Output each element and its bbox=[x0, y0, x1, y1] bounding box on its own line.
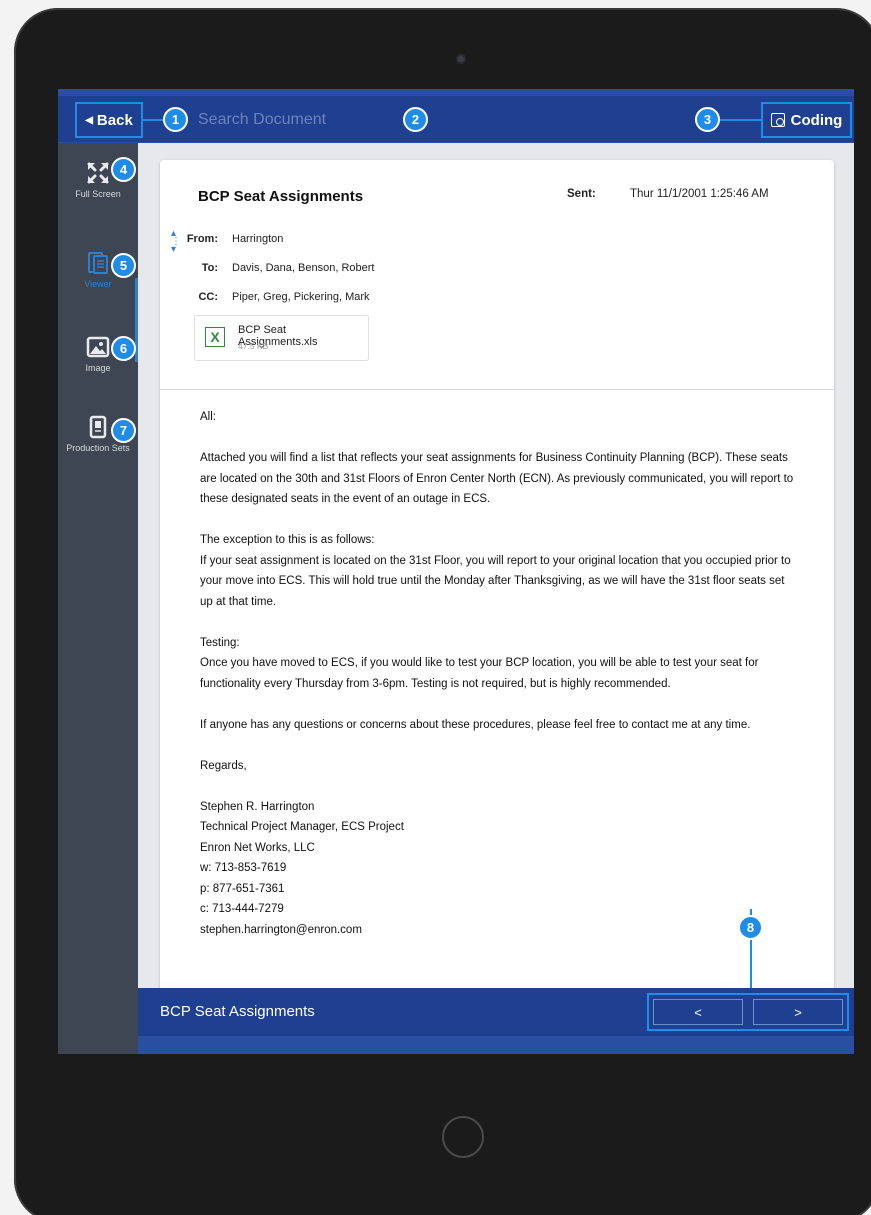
sidebar-item-label: Image bbox=[85, 363, 111, 373]
signature-line: p: 877-651-7361 bbox=[200, 882, 285, 895]
back-arrow-icon: ◀ bbox=[85, 114, 93, 126]
coding-label: Coding bbox=[790, 111, 843, 129]
to-value: Davis, Dana, Benson, Robert bbox=[232, 262, 375, 274]
callout-badge-2: 2 bbox=[403, 107, 428, 132]
app-screen: ◀ Back Coding bbox=[58, 89, 854, 1054]
back-label: Back bbox=[96, 111, 133, 129]
excel-file-icon: X bbox=[205, 327, 225, 347]
callout-badge-5: 5 bbox=[111, 253, 136, 278]
coding-button[interactable]: Coding bbox=[761, 102, 852, 138]
callout-line-1 bbox=[143, 119, 163, 121]
body-closing: Regards, bbox=[200, 759, 247, 772]
signature-line: Technical Project Manager, ECS Project bbox=[200, 821, 404, 833]
from-value: Harrington bbox=[232, 233, 284, 245]
callout-badge-6: 6 bbox=[111, 336, 136, 361]
sidebar-item-label: Viewer bbox=[84, 279, 112, 289]
from-label: From: bbox=[186, 233, 218, 245]
attachment-card[interactable]: X BCP Seat Assignments.xls 47.5 KB bbox=[194, 315, 369, 361]
sidebar: Full Screen Viewer Image Production Sets bbox=[58, 143, 138, 1054]
body-paragraph: Attached you will find a list that refle… bbox=[200, 452, 794, 505]
production-sets-icon bbox=[86, 415, 110, 439]
sent-label: Sent: bbox=[567, 188, 596, 200]
sidebar-item-label: Production Sets bbox=[66, 443, 130, 453]
screen-bottom-strip bbox=[138, 1036, 854, 1054]
attachment-size: 47.5 KB bbox=[238, 341, 269, 351]
body-paragraph: Once you have moved to ECS, if you would… bbox=[200, 657, 759, 690]
camera bbox=[456, 54, 466, 64]
signature-line: Enron Net Works, LLC bbox=[200, 841, 315, 854]
sidebar-item-label: Full Screen bbox=[75, 189, 121, 199]
sent-value: Thur 11/1/2001 1:25:46 AM bbox=[630, 188, 769, 200]
callout-badge-1: 1 bbox=[163, 107, 188, 132]
email-body: All: Attached you will find a list that … bbox=[200, 407, 800, 940]
body-greeting: All: bbox=[200, 411, 216, 423]
search-input[interactable] bbox=[198, 102, 668, 138]
bottom-bar: BCP Seat Assignments < > bbox=[138, 988, 854, 1036]
callout-badge-8: 8 bbox=[738, 915, 763, 940]
cc-label: CC: bbox=[198, 291, 218, 303]
body-heading: The exception to this is as follows: bbox=[200, 534, 375, 546]
body-paragraph: If your seat assignment is located on th… bbox=[200, 554, 791, 608]
coding-icon bbox=[770, 113, 785, 127]
callout-badge-4: 4 bbox=[111, 157, 136, 182]
cc-value: Piper, Greg, Pickering, Mark bbox=[232, 291, 370, 303]
signature-line: Stephen R. Harrington bbox=[200, 800, 315, 813]
signature-line: c: 713-444-7279 bbox=[200, 903, 284, 915]
viewer-icon bbox=[86, 251, 110, 275]
expand-header-icon[interactable]: ▴ ⋮ ▾ bbox=[171, 229, 181, 255]
callout-badge-7: 7 bbox=[111, 418, 136, 443]
fullscreen-icon bbox=[86, 161, 110, 185]
callout-line-3 bbox=[720, 119, 761, 121]
signature-line: stephen.harrington@enron.com bbox=[200, 923, 362, 936]
body-heading: Testing: bbox=[200, 636, 240, 649]
image-icon bbox=[86, 335, 110, 359]
back-button[interactable]: ◀ Back bbox=[75, 102, 143, 138]
bottom-document-title: BCP Seat Assignments bbox=[160, 1003, 315, 1020]
signature-line: w: 713-853-7619 bbox=[200, 862, 287, 874]
callout-badge-3: 3 bbox=[695, 107, 720, 132]
previous-button[interactable]: < bbox=[653, 999, 743, 1025]
tablet-frame: ◀ Back Coding bbox=[14, 8, 871, 1215]
next-button[interactable]: > bbox=[753, 999, 843, 1025]
header-divider bbox=[160, 389, 834, 390]
document-title: BCP Seat Assignments bbox=[198, 188, 364, 205]
pagination-controls: < > bbox=[647, 993, 849, 1031]
body-paragraph: If anyone has any questions or concerns … bbox=[200, 718, 751, 731]
to-label: To: bbox=[201, 262, 218, 274]
home-button[interactable] bbox=[442, 1116, 484, 1158]
document-area: BCP Seat Assignments Sent: Thur 11/1/200… bbox=[138, 143, 854, 988]
email-document: BCP Seat Assignments Sent: Thur 11/1/200… bbox=[160, 160, 834, 988]
